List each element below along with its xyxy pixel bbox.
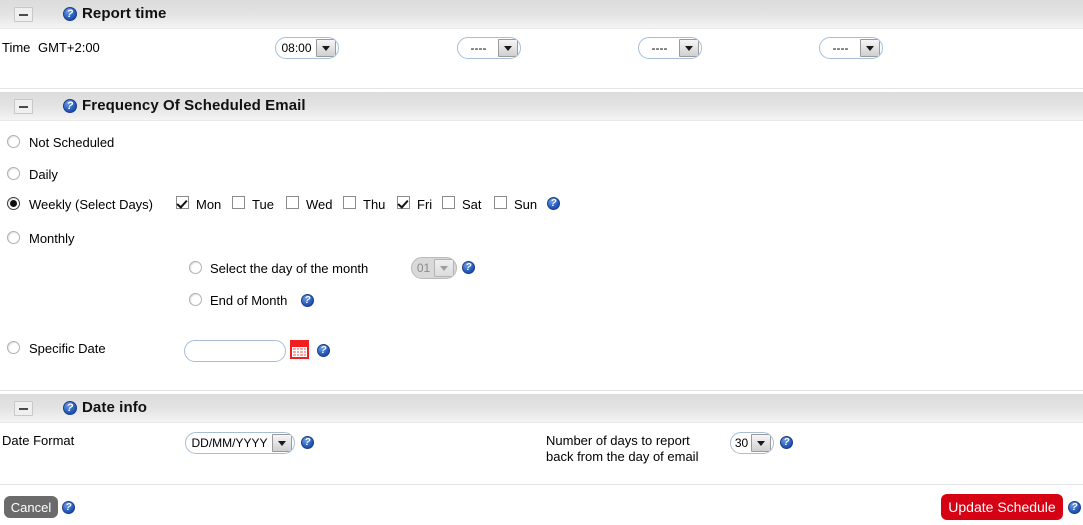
- label-sat: Sat: [462, 197, 482, 212]
- label-fri: Fri: [417, 197, 433, 212]
- help-icon[interactable]: [1068, 501, 1081, 514]
- help-icon[interactable]: [301, 294, 314, 307]
- divider: [0, 390, 1083, 391]
- help-icon[interactable]: [63, 99, 77, 113]
- section-header-date-info: Date info: [0, 394, 1083, 423]
- help-icon[interactable]: [63, 401, 77, 415]
- date-format-value: DD/MM/YYYY: [191, 436, 268, 450]
- radio-daily[interactable]: [7, 167, 20, 180]
- label-tue: Tue: [252, 197, 274, 212]
- collapse-toggle-date-info[interactable]: [14, 401, 33, 416]
- calendar-icon[interactable]: [290, 340, 309, 359]
- checkbox-fri[interactable]: [397, 196, 410, 209]
- help-icon[interactable]: [317, 344, 330, 357]
- time-label: Time: [2, 40, 31, 55]
- label-thu: Thu: [363, 197, 386, 212]
- chevron-down-icon[interactable]: [679, 39, 699, 57]
- help-icon[interactable]: [62, 501, 75, 514]
- help-icon[interactable]: [63, 7, 77, 21]
- checkbox-sat[interactable]: [442, 196, 455, 209]
- label-daily: Daily: [29, 167, 58, 182]
- time-slot-2-dropdown[interactable]: ----: [457, 37, 521, 59]
- label-specific-date: Specific Date: [29, 341, 106, 356]
- days-back-label-line1: Number of days to report: [546, 433, 690, 448]
- collapse-toggle-frequency[interactable]: [14, 99, 33, 114]
- calendar-grid: [292, 347, 307, 357]
- time-slot-4-dropdown[interactable]: ----: [819, 37, 883, 59]
- chevron-down-icon[interactable]: [316, 39, 336, 57]
- radio-not-scheduled[interactable]: [7, 135, 20, 148]
- label-wed: Wed: [306, 197, 333, 212]
- checkbox-wed[interactable]: [286, 196, 299, 209]
- days-back-value: 30: [734, 436, 749, 450]
- radio-select-day-of-month[interactable]: [189, 261, 202, 274]
- time-slot-1-dropdown[interactable]: 08:00: [275, 37, 339, 59]
- chevron-down-icon[interactable]: [434, 259, 454, 277]
- label-not-scheduled: Not Scheduled: [29, 135, 115, 150]
- label-end-of-month: End of Month: [210, 293, 288, 308]
- days-back-label-line2: back from the day of email: [546, 449, 699, 464]
- time-slot-1-value: 08:00: [281, 41, 312, 55]
- day-of-month-value: 01: [416, 261, 431, 275]
- timezone-label: GMT+2:00: [38, 40, 100, 55]
- chevron-down-icon[interactable]: [498, 39, 518, 57]
- divider: [0, 484, 1083, 485]
- time-slot-3-dropdown[interactable]: ----: [638, 37, 702, 59]
- checkbox-thu[interactable]: [343, 196, 356, 209]
- section-title-date-info: Date info: [82, 399, 148, 416]
- section-title-report-time: Report time: [82, 5, 167, 22]
- day-of-month-dropdown[interactable]: 01: [411, 257, 457, 279]
- specific-date-input[interactable]: [184, 340, 286, 362]
- date-format-dropdown[interactable]: DD/MM/YYYY: [185, 432, 295, 454]
- chevron-down-icon[interactable]: [272, 434, 292, 452]
- label-select-day-of-month: Select the day of the month: [210, 261, 369, 276]
- date-format-label: Date Format: [2, 433, 75, 448]
- days-back-dropdown[interactable]: 30: [730, 432, 774, 454]
- help-icon[interactable]: [301, 436, 314, 449]
- time-slot-4-value: ----: [832, 41, 849, 55]
- update-schedule-button[interactable]: Update Schedule: [941, 494, 1063, 520]
- checkbox-sun[interactable]: [494, 196, 507, 209]
- label-monthly: Monthly: [29, 231, 75, 246]
- label-mon: Mon: [196, 197, 222, 212]
- section-header-report-time: Report time: [0, 0, 1083, 29]
- checkbox-tue[interactable]: [232, 196, 245, 209]
- section-header-frequency: Frequency Of Scheduled Email: [0, 92, 1083, 121]
- cancel-button[interactable]: Cancel: [4, 496, 58, 518]
- chevron-down-icon[interactable]: [751, 434, 771, 452]
- radio-weekly[interactable]: [7, 197, 20, 210]
- section-title-frequency: Frequency Of Scheduled Email: [82, 97, 306, 114]
- collapse-toggle-report-time[interactable]: [14, 7, 33, 22]
- radio-end-of-month[interactable]: [189, 293, 202, 306]
- help-icon[interactable]: [462, 261, 475, 274]
- label-sun: Sun: [514, 197, 538, 212]
- checkbox-mon[interactable]: [176, 196, 189, 209]
- help-icon[interactable]: [780, 436, 793, 449]
- time-slot-2-value: ----: [470, 41, 487, 55]
- help-icon[interactable]: [547, 197, 560, 210]
- radio-monthly[interactable]: [7, 231, 20, 244]
- chevron-down-icon[interactable]: [860, 39, 880, 57]
- radio-specific-date[interactable]: [7, 341, 20, 354]
- label-weekly: Weekly (Select Days): [29, 197, 154, 212]
- divider: [0, 88, 1083, 89]
- time-slot-3-value: ----: [651, 41, 668, 55]
